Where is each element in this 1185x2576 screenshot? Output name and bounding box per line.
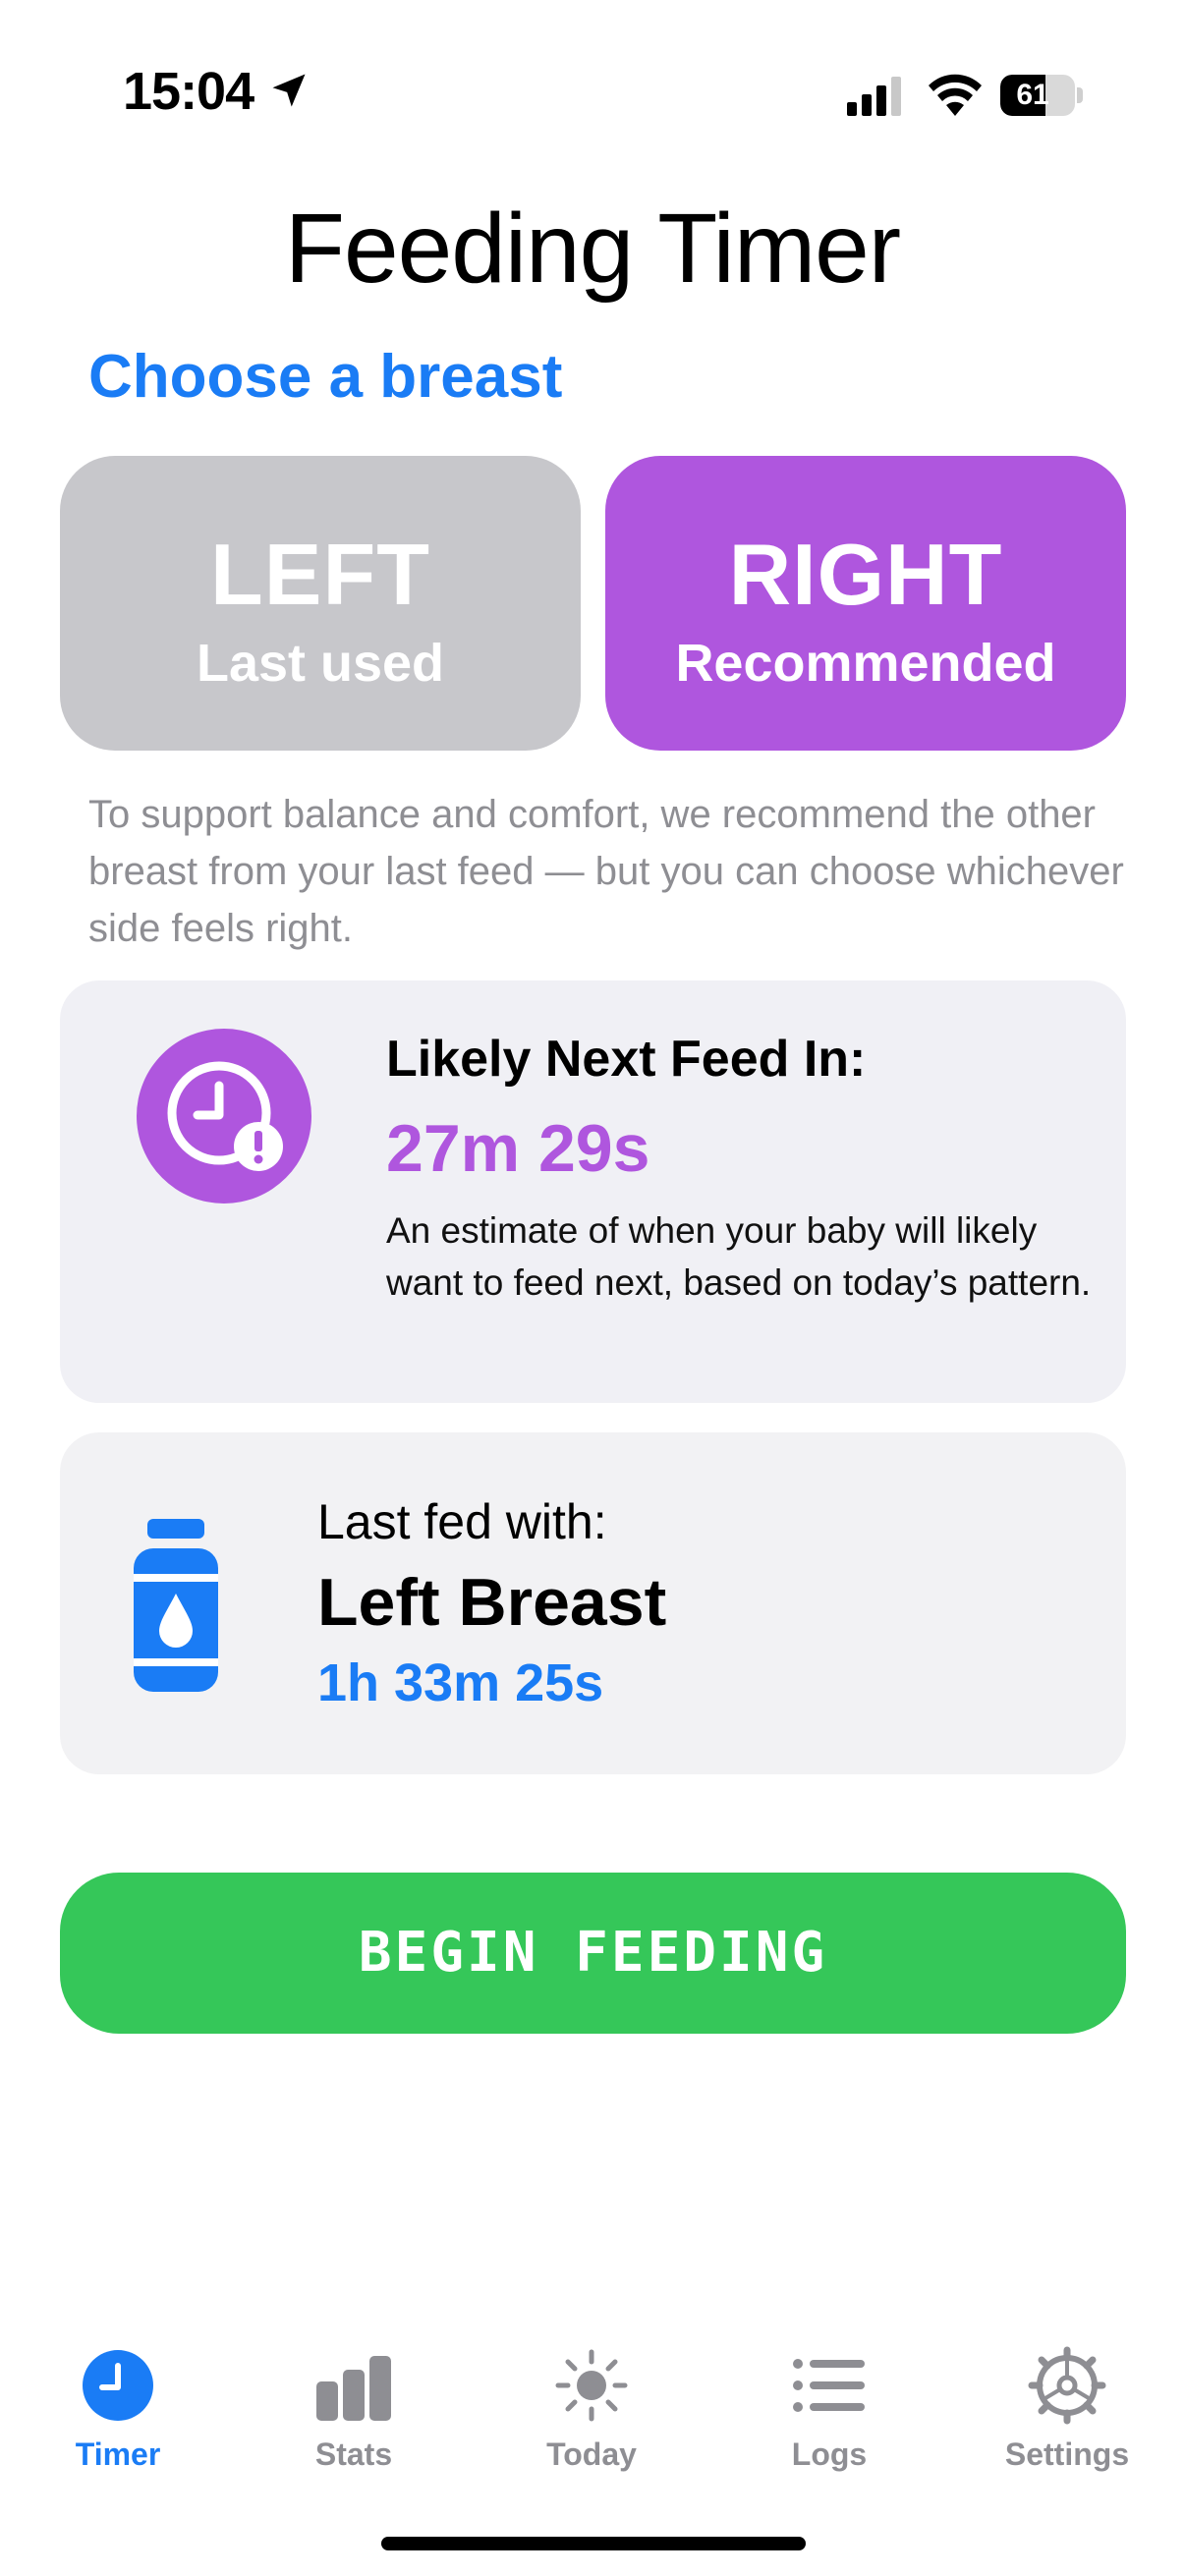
tab-timer[interactable]: Timer — [20, 2346, 216, 2484]
bottle-icon — [134, 1519, 218, 1692]
tab-settings[interactable]: Settings — [969, 2346, 1165, 2484]
last-fed-elapsed: 1h 33m 25s — [317, 1653, 604, 1712]
begin-feeding-button[interactable]: BEGIN FEEDING — [60, 1873, 1126, 2034]
wifi-icon — [929, 74, 982, 116]
sun-icon — [555, 2349, 628, 2422]
tab-stats[interactable]: Stats — [255, 2346, 452, 2484]
next-feed-label: Likely Next Feed In: — [386, 1031, 867, 1088]
begin-feeding-label: BEGIN FEEDING — [358, 1921, 828, 1985]
clock-alert-icon — [167, 1061, 283, 1171]
right-breast-sublabel: Recommended — [675, 634, 1056, 693]
right-breast-label: RIGHT — [728, 526, 1003, 623]
battery-indicator: 61 — [1000, 75, 1083, 116]
left-breast-button[interactable]: LEFT Last used — [60, 456, 581, 751]
location-arrow-icon — [272, 74, 306, 107]
list-icon — [793, 2359, 865, 2412]
timer-icon — [83, 2350, 153, 2421]
section-heading: Choose a breast — [88, 343, 563, 411]
cellular-signal-icon — [847, 77, 901, 116]
next-feed-badge — [137, 1029, 311, 1204]
right-breast-button[interactable]: RIGHT Recommended — [605, 456, 1126, 751]
home-indicator — [381, 2537, 806, 2550]
tab-label-timer: Timer — [75, 2436, 161, 2472]
last-fed-side: Left Breast — [317, 1565, 667, 1640]
left-breast-sublabel: Last used — [196, 634, 445, 693]
left-breast-label: LEFT — [210, 526, 430, 623]
tab-label-today: Today — [546, 2436, 637, 2472]
status-time: 15:04 — [123, 62, 254, 121]
gear-icon — [1028, 2346, 1106, 2425]
tab-label-stats: Stats — [314, 2436, 393, 2472]
tab-logs[interactable]: Logs — [731, 2346, 928, 2484]
tab-label-settings: Settings — [1004, 2436, 1130, 2472]
page-title: Feeding Timer — [284, 194, 901, 304]
tab-label-logs: Logs — [791, 2436, 868, 2472]
bar-chart-icon — [316, 2356, 391, 2421]
next-feed-description: An estimate of when your baby will likel… — [386, 1210, 1092, 1303]
tab-today[interactable]: Today — [493, 2346, 690, 2484]
next-feed-countdown: 27m 29s — [386, 1111, 650, 1186]
last-fed-label: Last fed with: — [317, 1494, 607, 1549]
battery-percentage: 61 — [1016, 79, 1049, 111]
recommendation-explanation: To support balance and comfort, we recom… — [88, 793, 1124, 950]
